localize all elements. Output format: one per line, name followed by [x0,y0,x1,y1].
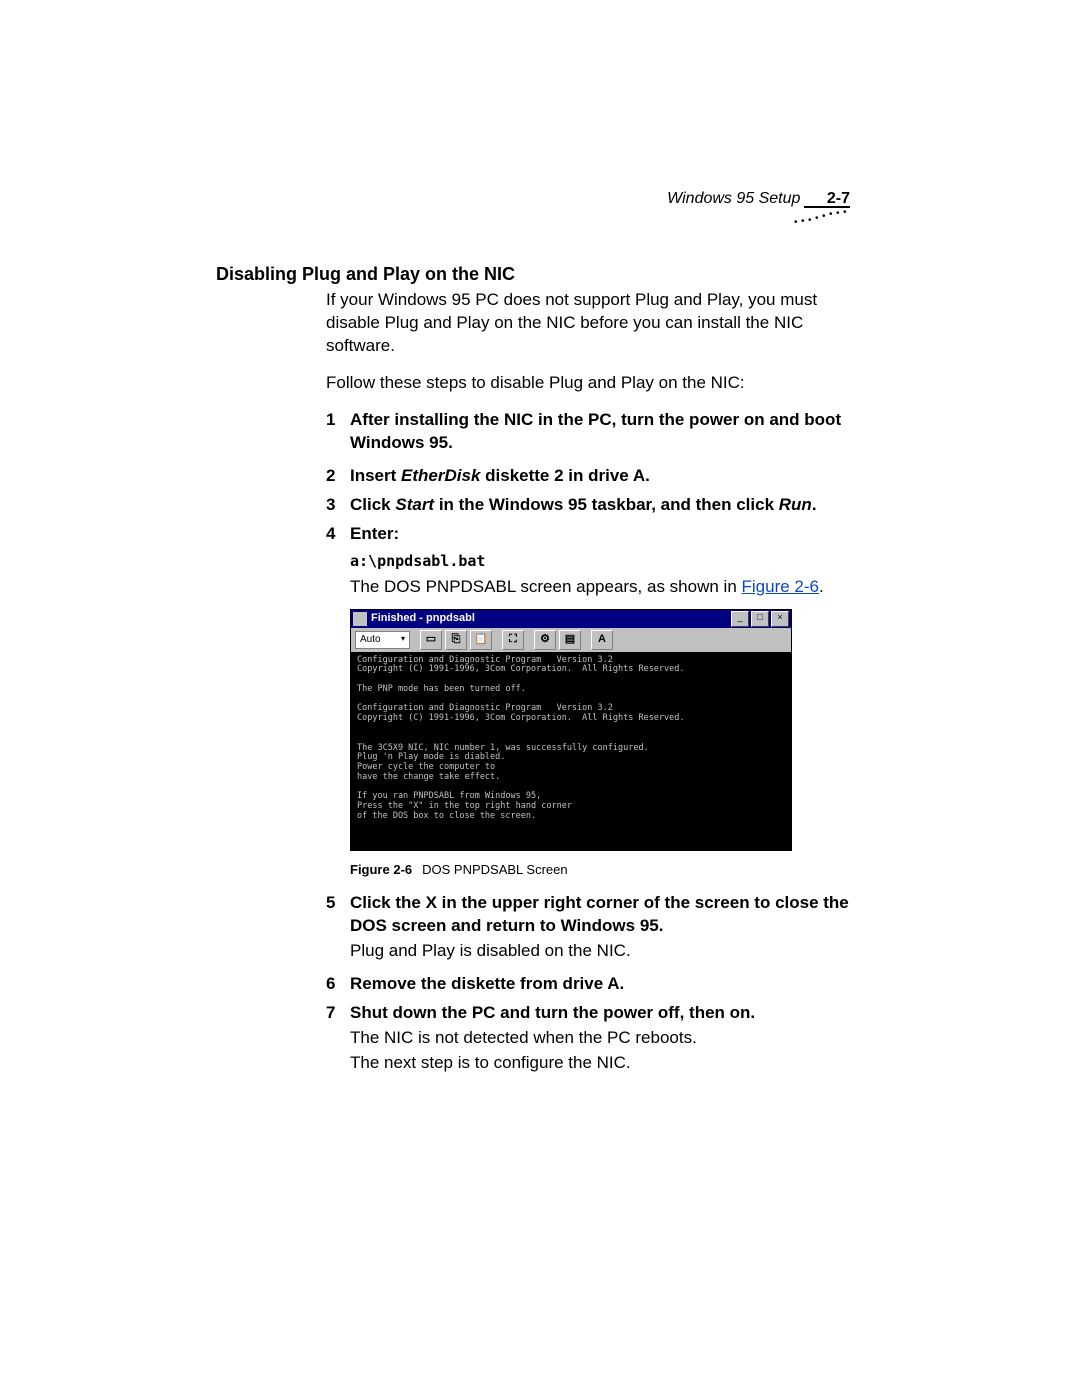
command-text: a:\pnpdsabl.bat [350,551,850,571]
running-header: Windows 95 Setup 2-7 [216,190,850,208]
dos-console-output: Configuration and Diagnostic Program Ver… [351,652,791,850]
step-6-text: Remove the diskette from drive A. [350,973,850,996]
step-7: Shut down the PC and turn the power off,… [326,1002,850,1075]
dos-titlebar: Finished - pnpdsabl _ □ × [351,610,791,628]
document-page: Windows 95 Setup 2-7 • • • • • • • • Dis… [0,0,1080,1075]
toolbar-btn-2: ⎘ [445,630,467,650]
step-3-text: Click Start in the Windows 95 taskbar, a… [350,494,850,517]
step-7-body-1: The NIC is not detected when the PC rebo… [350,1027,850,1050]
minimize-icon: _ [731,611,749,627]
figure-2-6: Finished - pnpdsabl _ □ × Auto ▭ ⎘ 📋 [350,609,850,879]
step-3-pre: Click [350,495,395,514]
section-heading: Disabling Plug and Play on the NIC [216,264,850,285]
step-1-text: After installing the NIC in the PC, turn… [350,409,850,455]
step-3: Click Start in the Windows 95 taskbar, a… [326,494,850,517]
dos-window-title: Finished - pnpdsabl [371,611,475,626]
font-size-combo: Auto [355,631,410,649]
toolbar-btn-5: ⚙ [534,630,556,650]
step-2-text: Insert EtherDisk diskette 2 in drive A. [350,465,850,488]
intro-paragraph-1: If your Windows 95 PC does not support P… [326,289,850,358]
chapter-title: Windows 95 Setup [667,190,800,207]
etherdisk-name: EtherDisk [401,466,480,485]
toolbar-btn-1: ▭ [420,630,442,650]
dos-toolbar: Auto ▭ ⎘ 📋 ⛶ ⚙ ▤ A [351,628,791,652]
run-ui-word: Run [779,495,812,514]
figure-label: Figure 2-6 [350,862,412,877]
step-4-body-pre: The DOS PNPDSABL screen appears, as show… [350,577,742,596]
maximize-icon: □ [751,611,769,627]
steps-list: After installing the NIC in the PC, turn… [326,409,850,1075]
step-3-post: . [812,495,817,514]
body-column: If your Windows 95 PC does not support P… [326,289,850,1075]
step-6: Remove the diskette from drive A. [326,973,850,996]
step-2-pre: Insert [350,466,401,485]
page-number: 2-7 [827,190,850,207]
figure-2-6-link[interactable]: Figure 2-6 [742,577,819,596]
dos-window: Finished - pnpdsabl _ □ × Auto ▭ ⎘ 📋 [350,609,792,851]
step-2: Insert EtherDisk diskette 2 in drive A. [326,465,850,488]
toolbar-btn-4: ⛶ [502,630,524,650]
step-2-post: diskette 2 in drive A. [480,466,649,485]
font-button: A [591,630,613,650]
header-dots-icon: • • • • • • • • [794,216,850,228]
step-5-body: Plug and Play is disabled on the NIC. [350,940,850,963]
step-1: After installing the NIC in the PC, turn… [326,409,850,455]
step-4: Enter: a:\pnpdsabl.bat The DOS PNPDSABL … [326,523,850,879]
step-7-text: Shut down the PC and turn the power off,… [350,1002,850,1025]
step-5-text: Click the X in the upper right corner of… [350,892,850,938]
step-4-body-post: . [819,577,824,596]
step-4-body: The DOS PNPDSABL screen appears, as show… [350,576,850,599]
intro-paragraph-2: Follow these steps to disable Plug and P… [326,372,850,395]
step-3-mid: in the Windows 95 taskbar, and then clic… [434,495,779,514]
step-5: Click the X in the upper right corner of… [326,892,850,963]
start-ui-word: Start [395,495,434,514]
toolbar-btn-3: 📋 [470,630,492,650]
step-4-text: Enter: [350,523,850,546]
close-icon: × [771,611,789,627]
step-7-body-2: The next step is to configure the NIC. [350,1052,850,1075]
toolbar-btn-6: ▤ [559,630,581,650]
header-rule: • • • • • • • • [216,214,850,234]
figure-caption-text: DOS PNPDSABL Screen [422,862,567,877]
figure-caption: Figure 2-6 DOS PNPDSABL Screen [350,861,850,879]
dos-window-icon [353,612,367,626]
